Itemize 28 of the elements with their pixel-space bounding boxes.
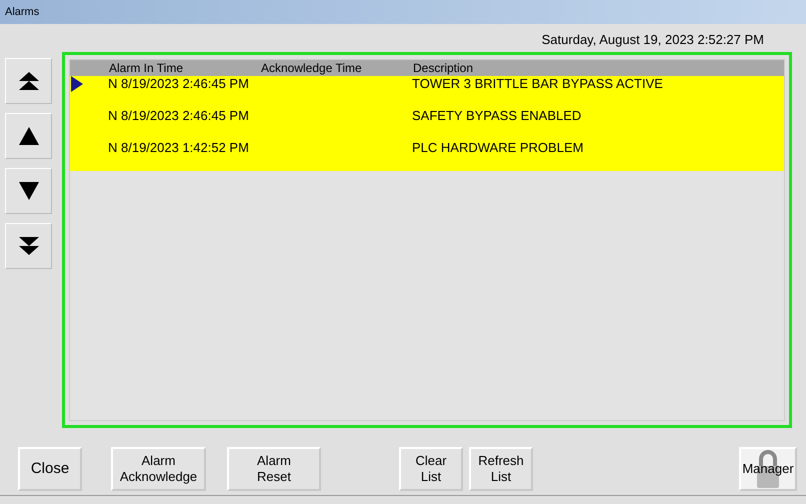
up-button[interactable] <box>5 112 52 159</box>
last-button[interactable] <box>5 222 52 269</box>
down-button[interactable] <box>5 168 52 214</box>
alarm-row[interactable]: N 8/19/2023 1:42:52 PM PLC HARDWARE PROBLEM <box>70 140 784 171</box>
action-button[interactable]: Refresh List <box>469 447 533 491</box>
alarm-row[interactable]: N 8/19/2023 2:46:45 PM TOWER 3 BRITTLE BAR BYPASS ACTIVE <box>70 76 784 108</box>
first-button[interactable] <box>5 58 52 104</box>
action-button[interactable]: Close <box>18 447 82 491</box>
table-cell-text: N 8/19/2023 1:42:52 PM <box>108 140 250 156</box>
table-cell-text: TOWER 3 BRITTLE BAR BYPASS ACTIVE <box>412 76 664 92</box>
up-arrow-icon <box>18 126 38 145</box>
table-cell-text: N 8/19/2023 2:46:45 PM <box>108 108 250 124</box>
table-cell-text: PLC HARDWARE PROBLEM <box>412 140 584 156</box>
date-time: Saturday, August 19, 2023 2:52:27 PM <box>542 32 764 47</box>
action-button[interactable]: Alarm Acknowledge <box>111 447 206 491</box>
column-header: Alarm In Time <box>108 60 184 76</box>
window-title: Alarms <box>0 0 806 24</box>
action-button[interactable]: Alarm Reset <box>227 447 321 491</box>
action-button[interactable]: Manager <box>739 447 797 491</box>
action-button[interactable]: Clear List <box>399 447 463 491</box>
column-header: Description <box>413 60 474 76</box>
table-cell-text: N 8/19/2023 2:46:45 PM <box>108 76 250 92</box>
table-cell-text: SAFETY BYPASS ENABLED <box>412 108 582 124</box>
alarm-row[interactable]: N 8/19/2023 2:46:45 PM SAFETY BYPASS ENABLED <box>70 108 784 140</box>
double-up-arrow-icon <box>18 72 38 90</box>
double-down-arrow-icon <box>18 236 38 255</box>
down-arrow-icon <box>18 182 38 200</box>
column-header: Acknowledge Time <box>261 60 363 76</box>
